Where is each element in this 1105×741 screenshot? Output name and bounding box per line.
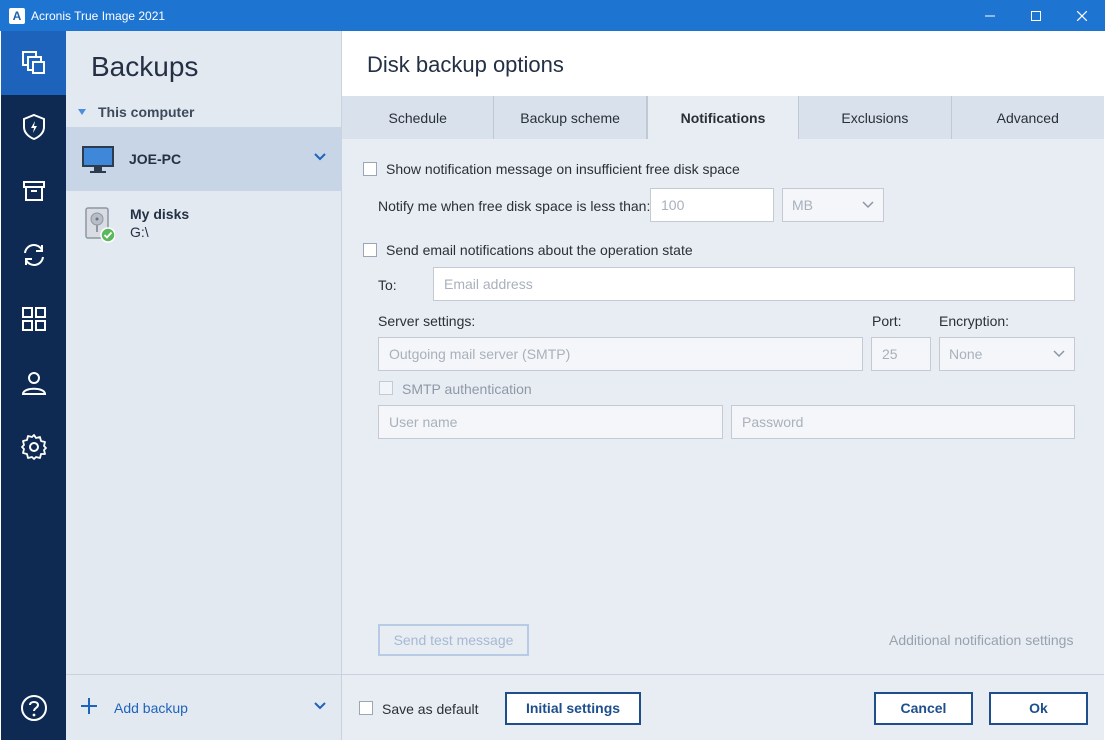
help-icon bbox=[20, 695, 47, 721]
acronis-logo-icon: A bbox=[9, 7, 25, 24]
email-notification-label: Send email notifications about the opera… bbox=[386, 242, 693, 258]
navigation-rail bbox=[1, 31, 66, 740]
chevron-down-icon bbox=[862, 201, 874, 209]
disk-space-notification-label: Show notification message on insufficien… bbox=[386, 161, 740, 177]
close-button[interactable] bbox=[1059, 0, 1105, 31]
maximize-icon bbox=[1031, 10, 1041, 21]
account-icon bbox=[21, 372, 46, 395]
ok-button[interactable]: Ok bbox=[989, 692, 1088, 725]
backups-title: Backups bbox=[91, 51, 199, 82]
main-content: Disk backup options Schedule Backup sche… bbox=[342, 31, 1104, 740]
chevron-down-icon[interactable] bbox=[314, 153, 326, 161]
minimize-icon bbox=[985, 15, 995, 16]
title-bar: A Acronis True Image 2021 bbox=[0, 0, 1105, 31]
save-as-default-checkbox[interactable] bbox=[359, 701, 373, 715]
additional-notification-settings-link[interactable]: Additional notification settings bbox=[889, 632, 1073, 648]
minimize-button[interactable] bbox=[967, 0, 1013, 31]
backup-item-my-disks[interactable]: My disks G:\ bbox=[66, 193, 341, 253]
rail-item-help[interactable] bbox=[1, 676, 66, 740]
email-notification-checkbox[interactable] bbox=[363, 243, 377, 257]
rail-item-archive[interactable] bbox=[1, 159, 66, 223]
rail-item-account[interactable] bbox=[1, 351, 66, 415]
to-label: To: bbox=[378, 277, 397, 293]
disk-space-notification-checkbox[interactable] bbox=[363, 162, 377, 176]
encryption-label: Encryption: bbox=[939, 313, 1010, 329]
close-icon bbox=[1077, 10, 1087, 21]
initial-settings-button[interactable]: Initial settings bbox=[505, 692, 641, 725]
computer-name: JOE-PC bbox=[129, 151, 182, 167]
rail-item-settings[interactable] bbox=[1, 415, 66, 479]
options-tabs: Schedule Backup scheme Notifications Exc… bbox=[342, 96, 1104, 139]
settings-gear-icon bbox=[20, 434, 47, 460]
save-as-default-label: Save as default bbox=[382, 701, 479, 717]
main-header: Disk backup options bbox=[342, 31, 1104, 96]
smtp-authentication-label: SMTP authentication bbox=[402, 381, 532, 397]
encryption-select[interactable]: None bbox=[939, 337, 1075, 371]
tab-advanced[interactable]: Advanced bbox=[951, 96, 1104, 139]
tab-backup-scheme[interactable]: Backup scheme bbox=[494, 96, 647, 139]
backups-panel: Backups This computer JOE-PC My disks G:… bbox=[66, 31, 342, 740]
chevron-down-icon[interactable] bbox=[314, 702, 326, 710]
tools-grid-icon bbox=[21, 307, 46, 331]
backup-item-joe-pc[interactable]: JOE-PC bbox=[66, 127, 341, 191]
username-input[interactable]: User name bbox=[378, 405, 723, 439]
threshold-unit-select[interactable]: MB bbox=[782, 188, 884, 222]
tab-exclusions[interactable]: Exclusions bbox=[799, 96, 952, 139]
sync-icon bbox=[23, 244, 44, 266]
backup-icon bbox=[21, 51, 45, 74]
disk-name: My disks bbox=[130, 206, 190, 222]
maximize-button[interactable] bbox=[1013, 0, 1059, 31]
tab-schedule[interactable]: Schedule bbox=[342, 96, 495, 139]
notify-threshold-label: Notify me when free disk space is less t… bbox=[378, 198, 651, 214]
hard-disk-icon bbox=[85, 207, 115, 243]
rail-item-backup[interactable] bbox=[1, 31, 66, 95]
chevron-down-icon bbox=[1053, 350, 1065, 358]
add-backup-button[interactable]: Add backup bbox=[114, 700, 188, 716]
port-label: Port: bbox=[872, 313, 902, 329]
window-title: Acronis True Image 2021 bbox=[31, 8, 166, 23]
group-label: This computer bbox=[98, 104, 195, 120]
port-input[interactable]: 25 bbox=[871, 337, 931, 371]
threshold-input[interactable]: 100 bbox=[650, 188, 774, 222]
server-settings-label: Server settings: bbox=[378, 313, 476, 329]
cancel-button[interactable]: Cancel bbox=[874, 692, 973, 725]
page-title: Disk backup options bbox=[367, 52, 564, 77]
tab-notifications[interactable]: Notifications bbox=[646, 96, 800, 139]
archive-icon bbox=[22, 181, 45, 201]
rail-item-tools[interactable] bbox=[1, 287, 66, 351]
smtp-server-input[interactable]: Outgoing mail server (SMTP) bbox=[378, 337, 863, 371]
plus-icon[interactable] bbox=[80, 697, 98, 715]
send-test-message-button[interactable]: Send test message bbox=[378, 624, 529, 656]
threshold-unit-value: MB bbox=[792, 197, 813, 213]
disk-path: G:\ bbox=[130, 224, 149, 240]
rail-item-protection[interactable] bbox=[1, 95, 66, 159]
expand-triangle-icon bbox=[78, 109, 86, 115]
this-computer-group[interactable]: This computer bbox=[78, 104, 194, 120]
encryption-value: None bbox=[949, 346, 983, 362]
protection-shield-icon bbox=[22, 113, 45, 141]
email-address-input[interactable]: Email address bbox=[433, 267, 1075, 301]
rail-item-sync[interactable] bbox=[1, 223, 66, 287]
backups-panel-footer: Add backup bbox=[66, 674, 341, 740]
main-footer: Save as default Initial settings Cancel … bbox=[342, 674, 1104, 740]
smtp-authentication-checkbox[interactable] bbox=[379, 381, 393, 395]
password-input[interactable]: Password bbox=[731, 405, 1075, 439]
computer-monitor-icon bbox=[82, 146, 114, 173]
